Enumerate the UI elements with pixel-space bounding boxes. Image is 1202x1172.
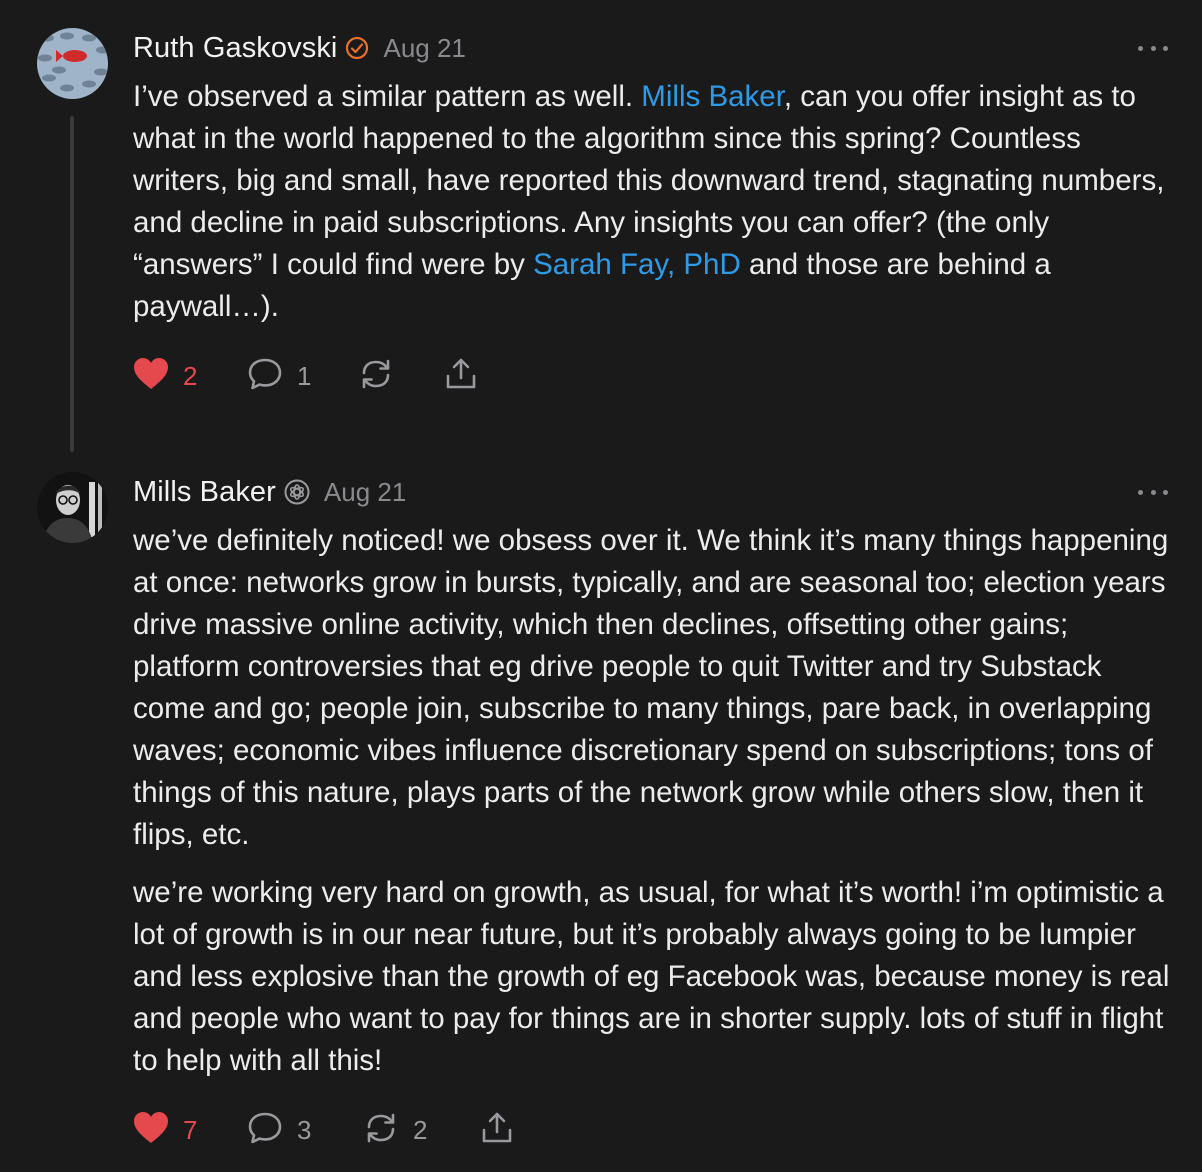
comment-date[interactable]: Aug 21 (383, 33, 465, 64)
author-name[interactable]: Ruth Gaskovski (133, 32, 337, 65)
share-button[interactable] (443, 354, 479, 398)
like-count: 2 (183, 360, 198, 391)
share-icon (443, 356, 479, 397)
avatar[interactable] (37, 472, 108, 543)
comment-bubble-icon (247, 1110, 283, 1151)
avatar[interactable] (37, 28, 108, 99)
author-name[interactable]: Mills Baker (133, 476, 276, 509)
heart-icon (133, 1111, 169, 1150)
mention-link[interactable]: Mills Baker (641, 80, 784, 113)
comment-date[interactable]: Aug 21 (324, 477, 406, 508)
body-text: I’ve observed a similar pattern as well. (133, 80, 642, 113)
share-button[interactable] (479, 1108, 515, 1152)
thread-line (70, 116, 74, 452)
reply-count: 1 (297, 360, 312, 391)
restack-button[interactable]: 2 (363, 1108, 427, 1152)
share-icon (479, 1110, 515, 1151)
restack-button[interactable] (358, 354, 394, 398)
comment-body: we’ve definitely noticed! we obsess over… (133, 520, 1178, 1082)
comment-header: Ruth Gaskovski Aug 21 (133, 28, 466, 68)
reply-button[interactable]: 1 (247, 354, 311, 398)
more-options-icon[interactable] (1138, 38, 1168, 58)
body-paragraph: we’re working very hard on growth, as us… (133, 876, 1170, 1077)
reply-button[interactable]: 3 (247, 1108, 311, 1152)
more-options-icon[interactable] (1138, 482, 1168, 502)
like-count: 7 (183, 1114, 198, 1145)
mention-link[interactable]: Sarah Fay, PhD (533, 248, 741, 281)
restack-icon (363, 1110, 399, 1151)
restack-count: 2 (413, 1114, 428, 1145)
restack-icon (358, 356, 394, 397)
like-button[interactable]: 7 (133, 1108, 197, 1152)
body-paragraph: we’ve definitely noticed! we obsess over… (133, 524, 1169, 851)
comment-body: I’ve observed a similar pattern as well.… (133, 76, 1178, 328)
substack-staff-badge-icon (284, 479, 310, 505)
comment-header: Mills Baker Aug 21 (133, 472, 406, 512)
comment-bubble-icon (247, 356, 283, 397)
reply-count: 3 (297, 1114, 312, 1145)
orange-check-circle-icon (345, 36, 369, 60)
like-button[interactable]: 2 (133, 354, 197, 398)
heart-icon (133, 357, 169, 396)
